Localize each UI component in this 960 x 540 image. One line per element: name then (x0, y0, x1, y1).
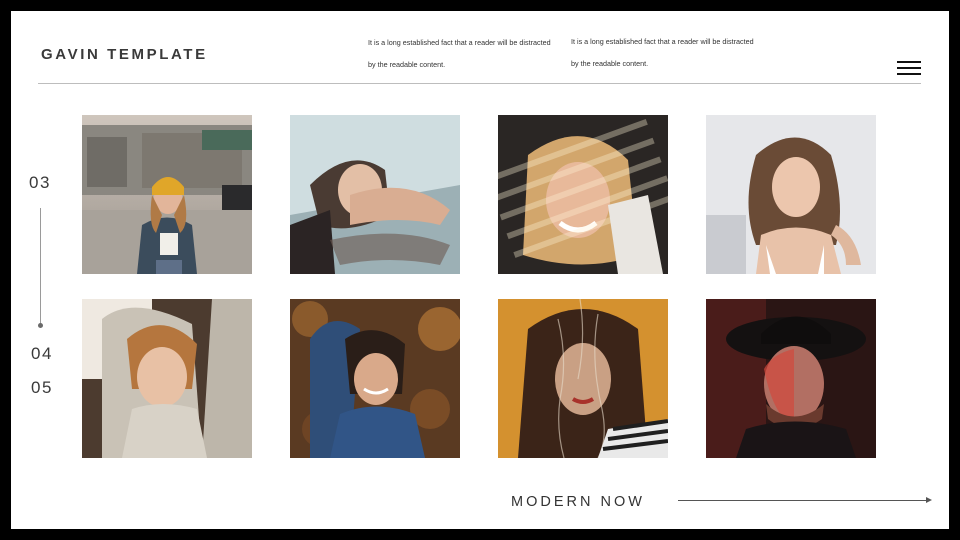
portrait-image (82, 115, 252, 274)
photo-woman-glass[interactable] (498, 299, 668, 458)
photo-woman-smiling[interactable] (498, 115, 668, 274)
pagination-line (40, 208, 41, 326)
menu-bar (897, 67, 921, 69)
header-divider (38, 83, 921, 84)
page-number-next[interactable]: 04 (31, 344, 53, 364)
menu-bar (897, 73, 921, 75)
portrait-image (290, 299, 460, 458)
photo-man-hat[interactable] (706, 299, 876, 458)
page-number-current[interactable]: 03 (29, 173, 51, 193)
pagination-marker (38, 323, 43, 328)
portrait-image (706, 115, 876, 274)
photo-woman-yellow-beanie[interactable] (82, 115, 252, 274)
portrait-image (498, 115, 668, 274)
photo-woman-sweater[interactable] (82, 299, 252, 458)
portrait-image (290, 115, 460, 274)
photo-woman-wavy-hair[interactable] (706, 115, 876, 274)
slide: GAVIN TEMPLATE It is a long established … (11, 11, 949, 529)
portrait-image (82, 299, 252, 458)
brand-title: GAVIN TEMPLATE (41, 46, 208, 63)
hamburger-menu-icon[interactable] (897, 61, 921, 76)
portrait-image (498, 299, 668, 458)
header-blurb-left: It is a long established fact that a rea… (368, 38, 551, 69)
footer-title: MODERN NOW (511, 494, 645, 510)
menu-bar (897, 61, 921, 63)
right-arrow-icon[interactable] (678, 500, 929, 501)
portrait-image (706, 299, 876, 458)
page-number-after[interactable]: 05 (31, 378, 53, 398)
header-blurb-right: It is a long established fact that a rea… (571, 37, 754, 68)
arrow-head-icon (926, 497, 932, 503)
photo-woman-reflection[interactable] (290, 115, 460, 274)
photo-woman-blue-sweater[interactable] (290, 299, 460, 458)
